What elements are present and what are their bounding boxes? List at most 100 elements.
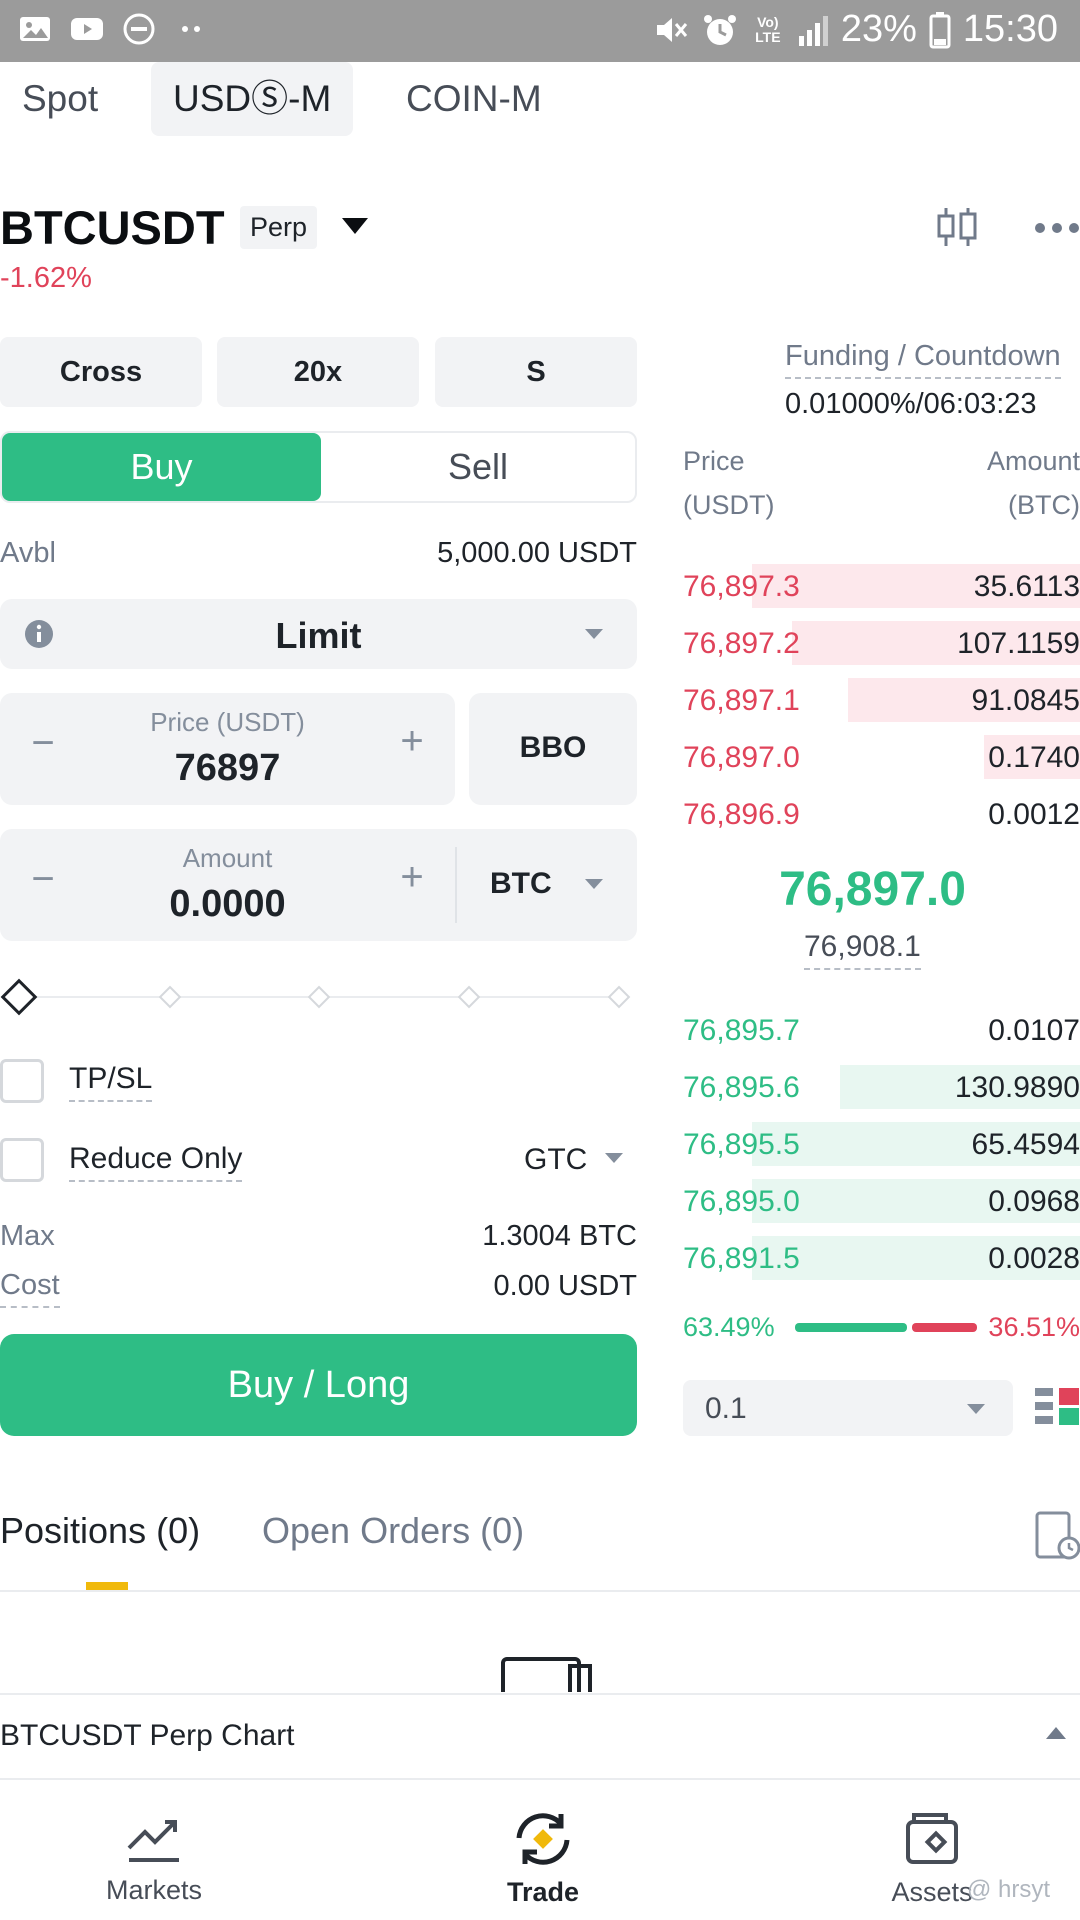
ask-row[interactable]: 76,897.3 35.6113 bbox=[680, 564, 1080, 608]
battery-icon bbox=[929, 11, 951, 48]
empty-state-icon bbox=[501, 1657, 592, 1692]
reduce-only-label[interactable]: Reduce Only bbox=[69, 1142, 243, 1182]
chevron-down-icon[interactable] bbox=[342, 218, 368, 234]
chart-toggle-bar[interactable]: BTCUSDT Perp Chart bbox=[0, 1693, 1080, 1777]
bid-amount: 65.4594 bbox=[971, 1128, 1080, 1161]
watermark: @ hrsyt bbox=[966, 1876, 1050, 1903]
market-tabs: Spot USDⓈ-M COIN-M bbox=[0, 62, 1080, 142]
bid-row[interactable]: 76,895.0 0.0968 bbox=[680, 1179, 1080, 1223]
available-label: Avbl bbox=[0, 537, 56, 569]
tab-spot[interactable]: Spot bbox=[22, 62, 98, 136]
sell-ratio-bar bbox=[912, 1323, 977, 1332]
bid-price: 76,895.5 bbox=[683, 1128, 800, 1161]
ask-price: 76,896.9 bbox=[683, 798, 800, 831]
battery-percent: 23% bbox=[840, 8, 917, 50]
divider bbox=[455, 847, 457, 923]
do-not-disturb-icon bbox=[123, 13, 155, 45]
tab-usds-m[interactable]: USDⓈ-M bbox=[151, 62, 354, 136]
nav-markets[interactable]: Markets bbox=[54, 1780, 254, 1906]
markets-icon bbox=[127, 1820, 179, 1862]
ob-amount-unit: (BTC) bbox=[1008, 490, 1080, 520]
depth-step-value: 0.1 bbox=[705, 1392, 747, 1425]
ob-price-header: Price bbox=[683, 446, 745, 476]
dropdown-caret-icon bbox=[585, 879, 603, 889]
mute-icon bbox=[656, 17, 687, 42]
ask-price: 76,897.1 bbox=[683, 684, 800, 717]
buy-long-button[interactable]: Buy / Long bbox=[0, 1334, 637, 1436]
candlestick-chart-icon[interactable] bbox=[934, 204, 980, 250]
ask-price: 76,897.2 bbox=[683, 627, 800, 660]
ob-price-unit: (USDT) bbox=[683, 490, 775, 520]
clock: 15:30 bbox=[962, 8, 1058, 50]
perp-badge: Perp bbox=[240, 206, 318, 249]
slider-step-100[interactable] bbox=[607, 985, 631, 1009]
price-change: -1.62% bbox=[0, 262, 92, 294]
mark-price[interactable]: 76,908.1 bbox=[804, 930, 921, 970]
ask-row[interactable]: 76,896.9 0.0012 bbox=[680, 792, 1080, 836]
tab-open-orders[interactable]: Open Orders (0) bbox=[262, 1510, 524, 1552]
order-history-icon[interactable] bbox=[1034, 1510, 1080, 1562]
bid-price: 76,891.5 bbox=[683, 1242, 800, 1275]
ask-row[interactable]: 76,897.1 91.0845 bbox=[680, 678, 1080, 722]
more-notifications-icon bbox=[182, 26, 200, 32]
bid-amount: 0.0968 bbox=[988, 1185, 1080, 1218]
asset-mode-button[interactable]: S bbox=[435, 337, 637, 407]
buy-tab[interactable]: Buy bbox=[2, 433, 321, 501]
tab-coin-m[interactable]: COIN-M bbox=[406, 62, 542, 136]
nav-trade[interactable]: Trade bbox=[443, 1780, 643, 1908]
margin-mode-button[interactable]: Cross bbox=[0, 337, 202, 407]
tpsl-label[interactable]: TP/SL bbox=[69, 1062, 153, 1102]
trade-icon bbox=[516, 1813, 570, 1865]
ask-price: 76,897.3 bbox=[683, 570, 800, 603]
price-input[interactable]: 76897 bbox=[0, 747, 455, 790]
nav-markets-label: Markets bbox=[105, 1875, 203, 1905]
chevron-up-icon[interactable] bbox=[1046, 1727, 1066, 1739]
wallet-icon bbox=[906, 1813, 958, 1864]
ask-amount: 35.6113 bbox=[973, 570, 1080, 603]
depth-step-select[interactable]: 0.1 bbox=[683, 1380, 1013, 1436]
available-value: 5,000.00 USDT bbox=[437, 537, 637, 569]
cost-label[interactable]: Cost bbox=[0, 1269, 60, 1308]
price-field[interactable]: − Price (USDT) 76897 + bbox=[0, 693, 455, 805]
more-options-icon[interactable] bbox=[1034, 222, 1080, 234]
last-price: 76,897.0 bbox=[779, 863, 966, 916]
ask-row[interactable]: 76,897.0 0.1740 bbox=[680, 735, 1080, 779]
bid-row[interactable]: 76,895.7 0.0107 bbox=[680, 1008, 1080, 1052]
volte-indicator: Vo) LTE bbox=[755, 13, 781, 45]
price-increase-button[interactable]: + bbox=[392, 719, 432, 764]
ob-amount-header: Amount bbox=[986, 446, 1080, 476]
signal-icon bbox=[798, 15, 828, 46]
bid-amount: 0.0028 bbox=[988, 1242, 1080, 1275]
amount-increase-button[interactable]: + bbox=[392, 855, 432, 900]
reduce-only-checkbox[interactable] bbox=[0, 1138, 44, 1182]
leverage-button[interactable]: 20x bbox=[217, 337, 419, 407]
alarm-icon bbox=[703, 14, 736, 45]
funding-label[interactable]: Funding / Countdown bbox=[785, 340, 1061, 379]
tpsl-checkbox[interactable] bbox=[0, 1059, 44, 1103]
tab-positions[interactable]: Positions (0) bbox=[0, 1510, 200, 1552]
bid-row[interactable]: 76,895.6 130.9890 bbox=[680, 1065, 1080, 1109]
time-in-force-select[interactable]: GTC bbox=[524, 1143, 587, 1177]
amount-input[interactable]: 0.0000 bbox=[0, 883, 455, 926]
bid-row[interactable]: 76,891.5 0.0028 bbox=[680, 1236, 1080, 1280]
bbo-label: BBO bbox=[519, 731, 587, 764]
bbo-button[interactable]: BBO bbox=[469, 693, 637, 805]
ask-amount: 91.0845 bbox=[971, 684, 1080, 717]
chart-bar-title: BTCUSDT Perp Chart bbox=[0, 1719, 295, 1752]
amount-field[interactable]: − Amount 0.0000 + BTC bbox=[0, 829, 637, 941]
pair-symbol[interactable]: BTCUSDT bbox=[0, 200, 225, 255]
orderbook-layout-icon[interactable] bbox=[1035, 1386, 1080, 1430]
slider-handle[interactable] bbox=[0, 978, 38, 1016]
slider-step-50[interactable] bbox=[307, 985, 331, 1009]
slider-step-75[interactable] bbox=[457, 985, 481, 1009]
order-type-select[interactable]: Limit bbox=[0, 599, 637, 669]
dropdown-caret-icon bbox=[967, 1404, 985, 1414]
gallery-icon bbox=[20, 17, 50, 41]
bid-row[interactable]: 76,895.5 65.4594 bbox=[680, 1122, 1080, 1166]
bid-price: 76,895.0 bbox=[683, 1185, 800, 1218]
ask-row[interactable]: 76,897.2 107.1159 bbox=[680, 621, 1080, 665]
sell-tab[interactable]: Sell bbox=[321, 433, 635, 501]
status-bar: Vo) LTE 23% 15:30 bbox=[0, 0, 1080, 62]
amount-unit-select[interactable]: BTC bbox=[490, 867, 552, 901]
slider-step-25[interactable] bbox=[158, 985, 182, 1009]
